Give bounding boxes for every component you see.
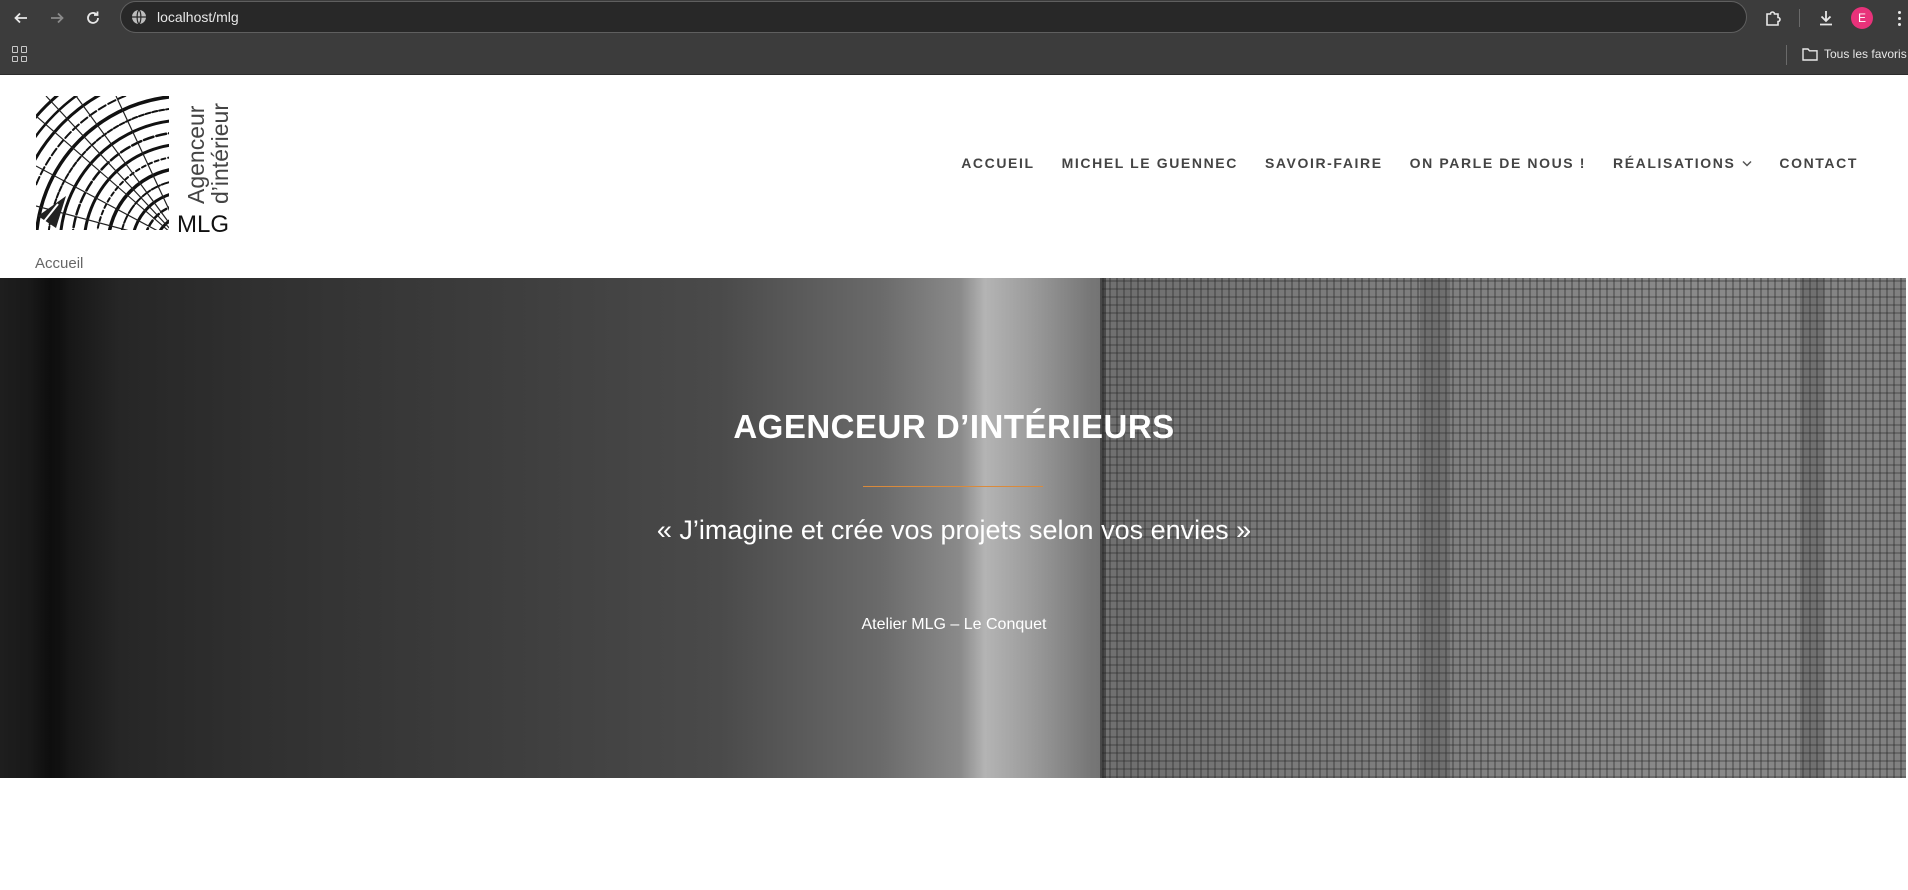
toolbar-divider: [1799, 9, 1800, 27]
logo-wordmark: Agenceur d’intérieur MLG: [177, 103, 233, 236]
profile-avatar[interactable]: E: [1851, 7, 1873, 29]
downloads-button[interactable]: [1815, 7, 1837, 29]
nav-accueil[interactable]: ACCUEIL: [961, 155, 1034, 171]
forward-button[interactable]: [46, 7, 68, 29]
nav-realisations-label[interactable]: RÉALISATIONS: [1613, 155, 1735, 171]
bookmarks-bar: [0, 36, 1908, 75]
logo-brand: MLG: [177, 211, 229, 236]
arrow-right-icon: [51, 12, 64, 24]
breadcrumb[interactable]: Accueil: [35, 255, 83, 272]
nav-michel-label[interactable]: MICHEL LE GUENNEC: [1062, 155, 1238, 171]
logo-line-interieur: d’intérieur: [207, 103, 233, 204]
hero-content: AGENCEUR D’INTÉRIEURS « J’imagine et cré…: [0, 278, 1908, 778]
nav-contact-label[interactable]: CONTACT: [1779, 155, 1858, 171]
hero-quote: « J’imagine et crée vos projets selon vo…: [656, 515, 1252, 545]
apps-grid-icon[interactable]: [12, 46, 28, 62]
logo-line-agenceur: Agenceur: [183, 105, 209, 204]
folder-icon: [1802, 48, 1818, 61]
nav-michel-le-guennec[interactable]: MICHEL LE GUENNEC: [1062, 155, 1238, 171]
url-text[interactable]: localhost/mlg: [157, 9, 239, 25]
reload-icon: [87, 11, 99, 24]
nav-contact[interactable]: CONTACT: [1779, 155, 1858, 171]
back-button[interactable]: [10, 7, 32, 29]
main-navigation: ACCUEIL MICHEL LE GUENNEC SAVOIR-FAIRE O…: [961, 155, 1858, 171]
nav-on-parle-label[interactable]: ON PARLE DE NOUS !: [1410, 155, 1586, 171]
browser-toolbar: localhost/mlg E: [0, 0, 1908, 36]
nav-accueil-label[interactable]: ACCUEIL: [961, 155, 1034, 171]
nav-realisations[interactable]: RÉALISATIONS: [1613, 155, 1752, 171]
tree-rings-icon: [36, 96, 169, 230]
arrow-left-icon: [14, 12, 27, 24]
chevron-down-icon[interactable]: [1742, 160, 1752, 167]
bookmarks-folder-all[interactable]: Tous les favoris: [1802, 44, 1907, 64]
reload-button[interactable]: [82, 7, 104, 29]
hero-divider: [863, 486, 1043, 487]
site-logo[interactable]: Agenceur d’intérieur MLG: [36, 96, 236, 236]
download-icon: [1820, 11, 1832, 26]
puzzle-icon: [1766, 11, 1781, 26]
hero-title: AGENCEUR D’INTÉRIEURS: [733, 408, 1175, 445]
extensions-button[interactable]: [1762, 7, 1784, 29]
address-bar[interactable]: localhost/mlg: [120, 1, 1747, 33]
bookmarks-folder-label[interactable]: Tous les favoris: [1824, 47, 1907, 61]
hero-subtitle: Atelier MLG – Le Conquet: [861, 616, 1047, 633]
nav-on-parle-de-nous[interactable]: ON PARLE DE NOUS !: [1410, 155, 1586, 171]
site-header: Agenceur d’intérieur MLG ACCUEIL MICHEL …: [0, 75, 1908, 278]
hero-banner: AGENCEUR D’INTÉRIEURS « J’imagine et cré…: [0, 278, 1908, 778]
globe-icon[interactable]: [131, 9, 147, 25]
nav-savoir-faire-label[interactable]: SAVOIR-FAIRE: [1265, 155, 1383, 171]
bookmarks-divider: [1786, 45, 1787, 65]
nav-savoir-faire[interactable]: SAVOIR-FAIRE: [1265, 155, 1383, 171]
kebab-menu-icon[interactable]: [1892, 7, 1906, 29]
wood-rings-logo-image: [36, 96, 169, 230]
